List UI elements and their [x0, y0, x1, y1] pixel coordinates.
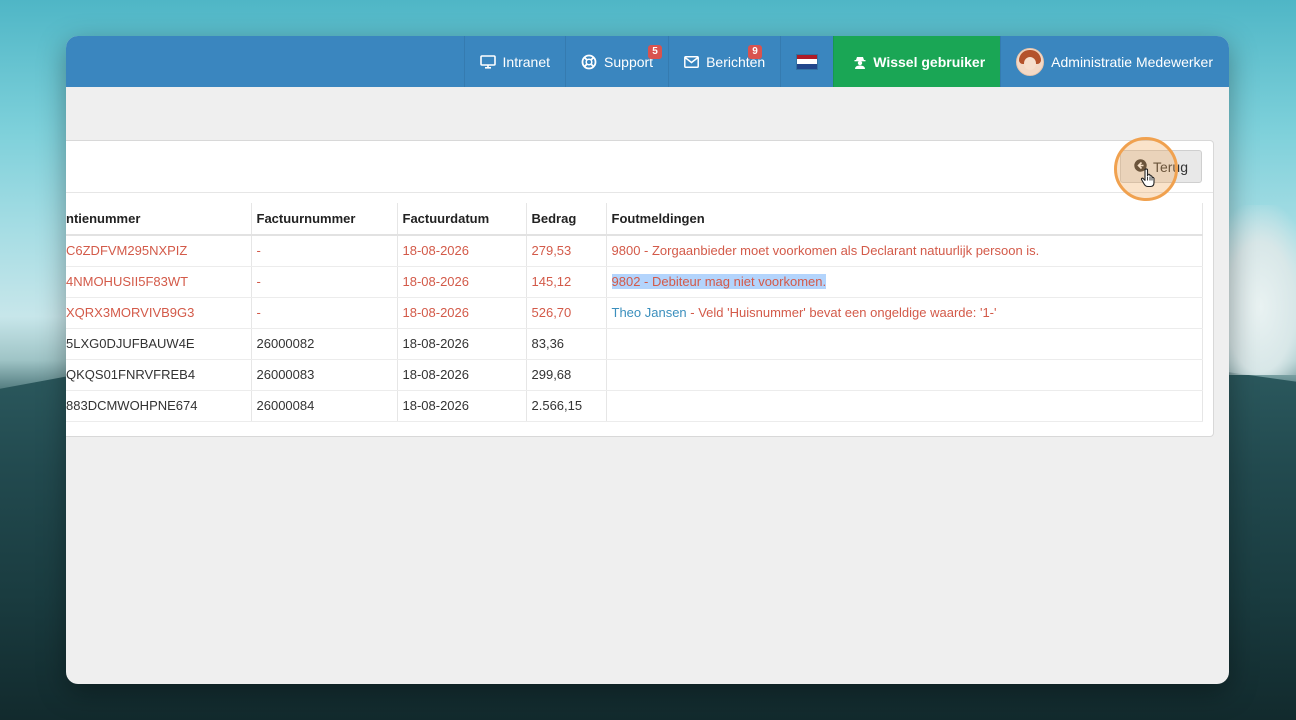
dutch-flag-icon [796, 53, 819, 70]
circle-arrow-left-icon [1134, 158, 1147, 175]
cell-amount: 2.566,15 [526, 390, 607, 422]
cell-reference: QKQS01FNRVFREB4 [66, 359, 252, 391]
cell-invoice-number: - [251, 297, 398, 329]
cell-error [606, 390, 1203, 422]
nav-support[interactable]: Support 5 [565, 36, 668, 87]
back-button-label: Terug [1152, 158, 1189, 175]
cell-amount: 83,36 [526, 328, 607, 360]
cell-invoice-number: 26000083 [251, 359, 398, 391]
lifebuoy-icon [581, 54, 597, 70]
nav-messages[interactable]: Berichten 9 [668, 36, 780, 87]
col-header-invoice-number[interactable]: Factuurnummer [251, 203, 398, 236]
avatar [1016, 47, 1045, 76]
nav-intranet-label: Intranet [502, 53, 551, 70]
support-badge: 5 [648, 45, 663, 59]
cell-error: Theo Jansen - Veld 'Huisnummer' bevat ee… [606, 297, 1203, 329]
table-header-row: ntienummer Factuurnummer Factuurdatum Be… [66, 203, 1203, 236]
messages-badge: 9 [748, 45, 763, 59]
selected-error-text: 9802 - Debiteur mag niet voorkomen. [611, 274, 827, 289]
cell-invoice-date: 18-08-2026 [397, 328, 527, 360]
panel-header: Terug [66, 141, 1213, 193]
language-selector[interactable] [780, 36, 833, 87]
envelope-icon [684, 55, 700, 68]
cell-amount: 279,53 [526, 235, 607, 267]
cell-invoice-date: 18-08-2026 [397, 359, 527, 391]
top-navbar: Intranet Support 5 Berichten 9 Wissel ge… [66, 36, 1229, 87]
cell-invoice-date: 18-08-2026 [397, 390, 527, 422]
cell-error: 9800 - Zorgaanbieder moet voorkomen als … [606, 235, 1203, 267]
cell-invoice-number: - [251, 235, 398, 267]
table-row[interactable]: C6ZDFVM295NXPIZ - 18-08-2026 279,53 9800… [66, 235, 1203, 267]
cell-invoice-date: 18-08-2026 [397, 235, 527, 267]
switch-user-button[interactable]: Wissel gebruiker [833, 36, 1001, 87]
user-name: Administratie Medewerker [1051, 53, 1213, 70]
cell-invoice-date: 18-08-2026 [397, 266, 527, 298]
cell-amount: 299,68 [526, 359, 607, 391]
error-person-link[interactable]: Theo Jansen [612, 305, 687, 320]
table-row[interactable]: 883DCMWOHPNE674 26000084 18-08-2026 2.56… [66, 390, 1203, 422]
col-header-errors[interactable]: Foutmeldingen [606, 203, 1203, 236]
table-row[interactable]: 5LXG0DJUFBAUW4E 26000082 18-08-2026 83,3… [66, 328, 1203, 360]
col-header-invoice-date[interactable]: Factuurdatum [397, 203, 527, 236]
cell-reference: C6ZDFVM295NXPIZ [66, 235, 252, 267]
cell-reference: 5LXG0DJUFBAUW4E [66, 328, 252, 360]
cell-error: 9802 - Debiteur mag niet voorkomen. [606, 266, 1203, 298]
nav-intranet[interactable]: Intranet [463, 36, 565, 87]
cell-amount: 145,12 [526, 266, 607, 298]
error-message: - Veld 'Huisnummer' bevat een ongeldige … [686, 305, 997, 320]
table-row[interactable]: QKQS01FNRVFREB4 26000083 18-08-2026 299,… [66, 359, 1203, 391]
col-header-amount[interactable]: Bedrag [526, 203, 607, 236]
cell-error [606, 328, 1203, 360]
cell-invoice-number: 26000084 [251, 390, 398, 422]
cell-reference: 4NMOHUSII5F83WT [66, 266, 252, 298]
cell-reference: XQRX3MORVIVB9G3 [66, 297, 252, 329]
back-button[interactable]: Terug [1120, 150, 1202, 183]
monitor-icon [479, 54, 496, 69]
col-header-reference[interactable]: ntienummer [66, 203, 252, 236]
user-menu[interactable]: Administratie Medewerker [1000, 36, 1229, 87]
cell-invoice-date: 18-08-2026 [397, 297, 527, 329]
table-row[interactable]: 4NMOHUSII5F83WT - 18-08-2026 145,12 9802… [66, 266, 1203, 298]
app-window: Intranet Support 5 Berichten 9 Wissel ge… [66, 36, 1229, 684]
table-row[interactable]: XQRX3MORVIVB9G3 - 18-08-2026 526,70 Theo… [66, 297, 1203, 329]
declarations-table: ntienummer Factuurnummer Factuurdatum Be… [66, 203, 1203, 422]
switch-user-label: Wissel gebruiker [873, 53, 986, 70]
cell-amount: 526,70 [526, 297, 607, 329]
cell-invoice-number: - [251, 266, 398, 298]
nav-support-label: Support [604, 53, 654, 70]
cell-reference: 883DCMWOHPNE674 [66, 390, 252, 422]
user-secret-icon [854, 55, 866, 69]
cell-invoice-number: 26000082 [251, 328, 398, 360]
cell-error [606, 359, 1203, 391]
